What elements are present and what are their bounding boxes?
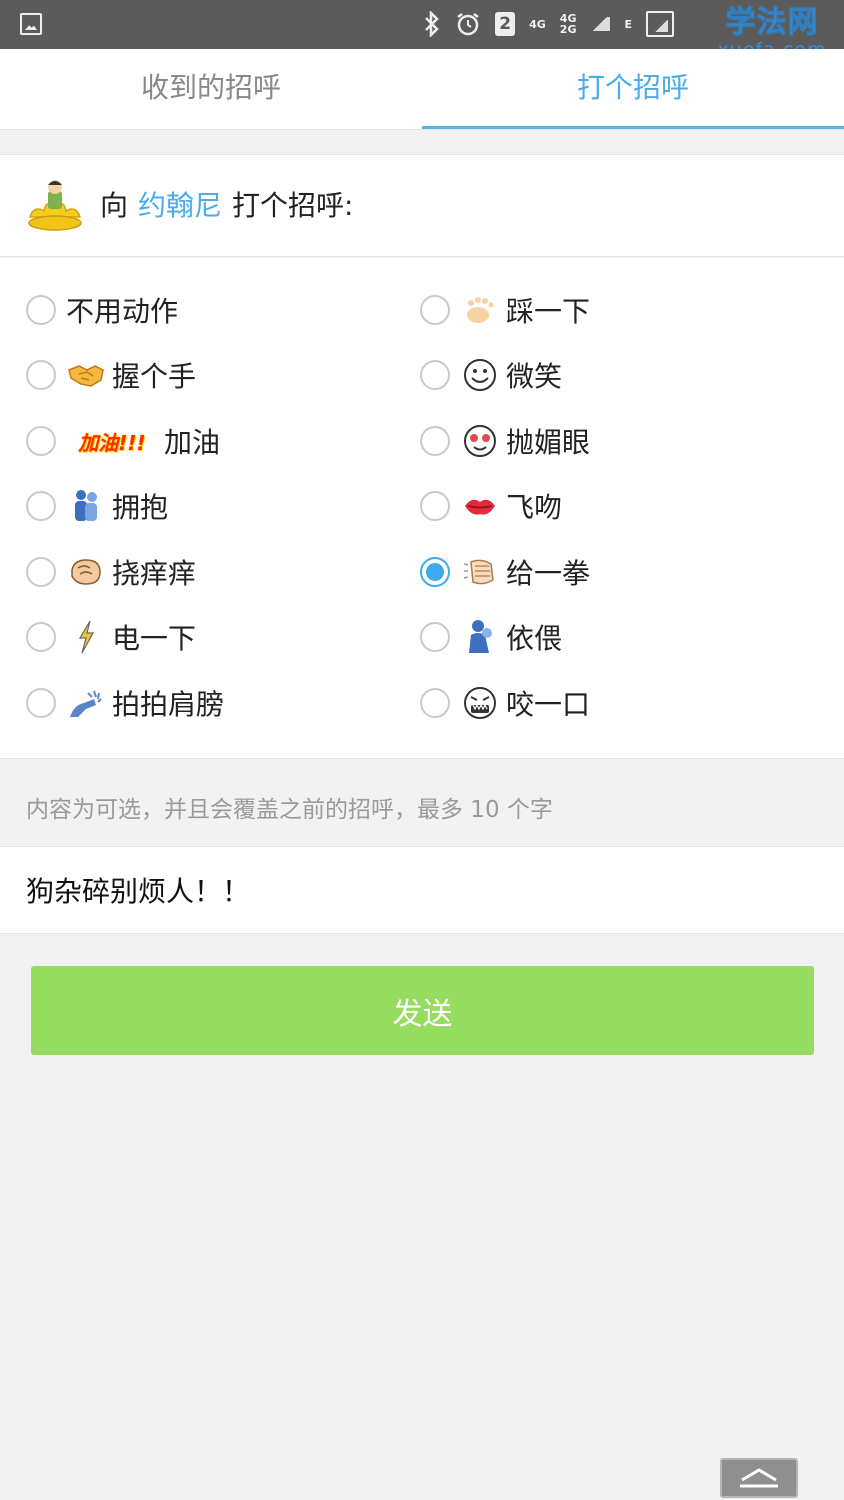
radio-button[interactable] — [26, 426, 56, 456]
option-smile[interactable]: 微笑 — [420, 350, 562, 400]
option-tickle[interactable]: 挠痒痒 — [26, 547, 196, 597]
network-2g-label: 2G — [559, 23, 577, 36]
send-button[interactable]: 发送 — [31, 966, 814, 1055]
option-label: 微笑 — [506, 360, 563, 393]
footprint-icon — [460, 290, 500, 330]
sim-slot-badge: 2 — [495, 12, 516, 36]
greet-username[interactable]: 约翰尼 — [138, 189, 222, 222]
option-shock[interactable]: 电一下 — [26, 612, 196, 662]
option-pat-shoulder[interactable]: 拍拍肩膀 — [26, 678, 224, 728]
watermark-logo: 学法网 — [714, 5, 830, 40]
radio-button[interactable] — [420, 688, 450, 718]
wink-icon — [460, 421, 500, 461]
greet-header: 向约翰尼 打个招呼: — [0, 154, 844, 257]
greet-suffix: 打个招呼: — [232, 189, 354, 222]
option-wink[interactable]: 抛媚眼 — [420, 416, 590, 466]
hug-icon — [66, 486, 106, 526]
radio-button[interactable] — [420, 622, 450, 652]
option-snuggle[interactable]: 依偎 — [420, 612, 562, 662]
option-label: 依偎 — [506, 622, 563, 655]
option-handshake[interactable]: 握个手 — [26, 350, 196, 400]
smile-icon — [460, 355, 500, 395]
snuggle-icon — [460, 617, 500, 657]
greet-title: 向约翰尼 打个招呼: — [100, 155, 353, 256]
option-blow-kiss[interactable]: 飞吻 — [420, 481, 562, 531]
handshake-icon — [66, 355, 106, 395]
scroll-to-top-button[interactable] — [720, 1458, 798, 1498]
option-label: 给一拳 — [506, 557, 591, 590]
option-label: 挠痒痒 — [112, 557, 197, 590]
pat-shoulder-icon — [66, 683, 106, 723]
radio-button[interactable] — [420, 426, 450, 456]
option-label: 加油 — [164, 426, 221, 459]
option-label: 咬一口 — [506, 688, 591, 721]
option-label: 踩一下 — [506, 295, 591, 328]
avatar — [28, 180, 82, 231]
option-label: 握个手 — [112, 360, 197, 393]
message-box — [0, 846, 844, 934]
greet-prefix: 向 — [100, 189, 129, 222]
option-bite[interactable]: 咬一口 — [420, 678, 590, 728]
network-dual-indicator: 4G 2G — [560, 13, 577, 35]
radio-button[interactable] — [420, 360, 450, 390]
option-label: 飞吻 — [506, 491, 563, 524]
option-label: 抛媚眼 — [506, 426, 591, 459]
option-no-action[interactable]: 不用动作 — [26, 285, 178, 335]
alarm-icon — [457, 13, 479, 36]
cheer-icon-text: 加油!!! — [78, 430, 146, 455]
radio-button[interactable] — [26, 688, 56, 718]
message-input[interactable] — [26, 847, 816, 933]
signal-box-icon — [646, 11, 674, 37]
option-punch[interactable]: 给一拳 — [420, 547, 590, 597]
message-hint: 内容为可选，并且会覆盖之前的招呼，最多 10 个字 — [26, 797, 553, 823]
option-stomp[interactable]: 踩一下 — [420, 285, 590, 335]
network-e-indicator: E — [624, 17, 632, 31]
tab-received-greetings[interactable]: 收到的招呼 — [0, 49, 422, 129]
punch-icon — [460, 552, 500, 592]
option-hug[interactable]: 拥抱 — [26, 481, 168, 531]
lightning-icon — [66, 617, 106, 657]
option-label: 不用动作 — [66, 295, 179, 328]
tab-send-greeting[interactable]: 打个招呼 — [422, 49, 844, 129]
radio-button[interactable] — [26, 295, 56, 325]
kiss-icon — [460, 486, 500, 526]
radio-button[interactable] — [26, 557, 56, 587]
signal-bars-icon — [590, 17, 611, 31]
network-4g-indicator: 4G — [529, 17, 546, 31]
radio-button[interactable] — [26, 622, 56, 652]
option-label: 拍拍肩膀 — [112, 688, 225, 721]
action-options: 不用动作 握个手 加油!!! 加油 拥抱 挠痒痒 电一下 拍拍肩膀 踩一下 微笑… — [0, 258, 844, 759]
cheer-icon: 加油!!! — [66, 421, 158, 461]
radio-button[interactable] — [26, 491, 56, 521]
bite-icon — [460, 683, 500, 723]
radio-button[interactable] — [420, 295, 450, 325]
watermark-main-text: 学法网 — [725, 5, 819, 40]
radio-button[interactable] — [420, 491, 450, 521]
radio-button[interactable] — [26, 360, 56, 390]
tab-bar: 收到的招呼 打个招呼 — [0, 49, 844, 130]
radio-button[interactable] — [420, 557, 450, 587]
chevron-up-icon — [740, 1468, 778, 1488]
option-label: 拥抱 — [112, 491, 169, 524]
status-icons: 2 4G 4G 2G E — [423, 8, 674, 40]
tickle-icon — [66, 552, 106, 592]
bluetooth-icon — [425, 11, 439, 37]
option-label: 电一下 — [112, 622, 197, 655]
gallery-icon — [20, 13, 42, 35]
option-cheer[interactable]: 加油!!! 加油 — [26, 416, 220, 466]
